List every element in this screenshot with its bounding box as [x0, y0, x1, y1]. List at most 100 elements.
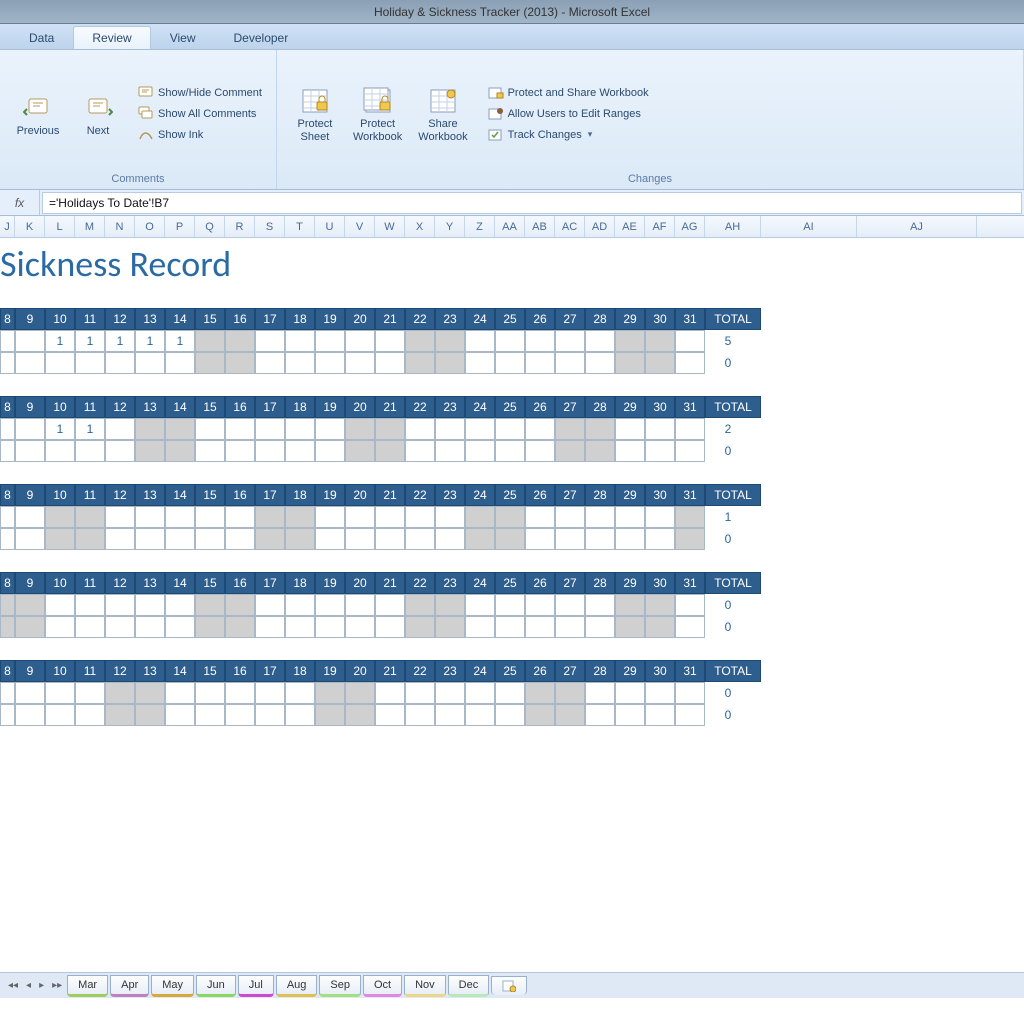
data-cell[interactable] [495, 506, 525, 528]
data-cell[interactable] [375, 506, 405, 528]
data-cell[interactable] [345, 616, 375, 638]
data-cell[interactable] [225, 704, 255, 726]
data-cell[interactable] [165, 594, 195, 616]
data-cell[interactable] [615, 506, 645, 528]
protect-and-share-button[interactable]: Protect and Share Workbook [484, 83, 653, 103]
data-cell[interactable] [345, 440, 375, 462]
fx-button[interactable]: fx [0, 190, 40, 215]
data-cell[interactable] [15, 616, 45, 638]
data-cell[interactable] [435, 616, 465, 638]
data-cell[interactable] [555, 528, 585, 550]
data-cell[interactable] [45, 506, 75, 528]
col-header-AI[interactable]: AI [761, 216, 857, 237]
data-cell[interactable] [555, 330, 585, 352]
data-cell[interactable] [465, 528, 495, 550]
data-cell[interactable] [645, 594, 675, 616]
data-cell[interactable] [315, 594, 345, 616]
data-cell[interactable] [345, 418, 375, 440]
data-cell[interactable] [135, 418, 165, 440]
data-cell[interactable] [645, 440, 675, 462]
ribbon-tab-review[interactable]: Review [73, 26, 150, 49]
data-cell[interactable] [585, 704, 615, 726]
data-cell[interactable] [285, 616, 315, 638]
col-header-Q[interactable]: Q [195, 216, 225, 237]
data-cell[interactable] [285, 418, 315, 440]
data-cell[interactable] [555, 704, 585, 726]
data-cell[interactable] [105, 704, 135, 726]
data-cell[interactable] [135, 528, 165, 550]
data-cell[interactable] [555, 506, 585, 528]
track-changes-button[interactable]: Track Changes ▾ [484, 125, 653, 145]
data-cell[interactable] [465, 440, 495, 462]
total-cell[interactable]: 0 [705, 594, 761, 616]
col-header-T[interactable]: T [285, 216, 315, 237]
data-cell[interactable] [555, 418, 585, 440]
data-cell[interactable] [105, 594, 135, 616]
total-cell[interactable]: 5 [705, 330, 761, 352]
col-header-X[interactable]: X [405, 216, 435, 237]
data-cell[interactable] [315, 682, 345, 704]
data-cell[interactable] [495, 682, 525, 704]
data-cell[interactable] [75, 506, 105, 528]
col-header-M[interactable]: M [75, 216, 105, 237]
data-cell[interactable] [615, 352, 645, 374]
sheet-tab-jun[interactable]: Jun [196, 975, 236, 997]
previous-comment-button[interactable]: Previous [10, 89, 66, 139]
data-cell[interactable] [75, 352, 105, 374]
data-cell[interactable] [45, 616, 75, 638]
data-cell[interactable] [0, 440, 15, 462]
data-cell[interactable] [495, 616, 525, 638]
data-cell[interactable] [0, 528, 15, 550]
data-cell[interactable] [285, 528, 315, 550]
data-cell[interactable] [675, 616, 705, 638]
data-cell[interactable] [465, 616, 495, 638]
data-cell[interactable] [225, 330, 255, 352]
data-cell[interactable] [495, 418, 525, 440]
tab-nav-last[interactable]: ▸▸ [48, 980, 66, 991]
col-header-U[interactable]: U [315, 216, 345, 237]
data-cell[interactable] [345, 506, 375, 528]
data-cell[interactable] [0, 418, 15, 440]
data-cell[interactable] [555, 352, 585, 374]
data-cell[interactable] [495, 330, 525, 352]
data-cell[interactable] [225, 682, 255, 704]
data-cell[interactable] [465, 704, 495, 726]
data-cell[interactable]: 1 [105, 330, 135, 352]
data-cell[interactable] [615, 682, 645, 704]
data-cell[interactable] [435, 352, 465, 374]
data-cell[interactable] [165, 616, 195, 638]
data-cell[interactable] [0, 682, 15, 704]
data-cell[interactable] [225, 506, 255, 528]
data-cell[interactable] [315, 506, 345, 528]
data-cell[interactable] [75, 528, 105, 550]
sheet-tab-oct[interactable]: Oct [363, 975, 402, 997]
data-cell[interactable] [315, 440, 345, 462]
data-cell[interactable] [555, 682, 585, 704]
data-cell[interactable] [15, 418, 45, 440]
data-cell[interactable] [195, 528, 225, 550]
data-cell[interactable] [555, 616, 585, 638]
data-cell[interactable] [405, 330, 435, 352]
data-cell[interactable] [75, 704, 105, 726]
data-cell[interactable]: 1 [45, 330, 75, 352]
data-cell[interactable] [435, 330, 465, 352]
data-cell[interactable] [15, 682, 45, 704]
data-cell[interactable] [525, 506, 555, 528]
data-cell[interactable] [285, 704, 315, 726]
data-cell[interactable] [75, 440, 105, 462]
data-cell[interactable] [585, 506, 615, 528]
data-cell[interactable] [195, 440, 225, 462]
protect-workbook-button[interactable]: Protect Workbook [347, 82, 408, 145]
data-cell[interactable] [555, 440, 585, 462]
data-cell[interactable] [135, 440, 165, 462]
data-cell[interactable] [15, 528, 45, 550]
data-cell[interactable] [45, 704, 75, 726]
data-cell[interactable] [15, 506, 45, 528]
data-cell[interactable] [135, 352, 165, 374]
data-cell[interactable] [615, 330, 645, 352]
data-cell[interactable] [435, 682, 465, 704]
data-cell[interactable] [495, 440, 525, 462]
total-cell[interactable]: 0 [705, 682, 761, 704]
data-cell[interactable] [165, 528, 195, 550]
data-cell[interactable] [105, 616, 135, 638]
